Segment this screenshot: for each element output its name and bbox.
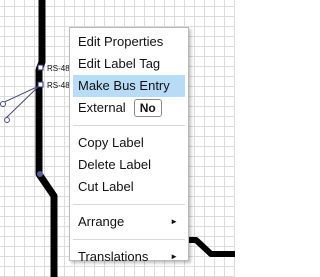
menu-separator <box>73 204 185 205</box>
bus-wire-bottom <box>182 237 235 257</box>
menu-item-external[interactable]: External No <box>73 97 185 119</box>
external-toggle[interactable]: No <box>133 98 162 117</box>
submenu-arrow-icon: ► <box>170 252 178 261</box>
menu-item-label: Make Bus Entry <box>78 78 170 93</box>
menu-item-make-bus-entry[interactable]: Make Bus Entry <box>73 75 185 97</box>
thin-wire <box>0 85 40 105</box>
net-label[interactable]: RS-48 <box>47 82 70 90</box>
context-menu: Edit Properties Edit Label Tag Make Bus … <box>69 27 189 264</box>
wire-endpoint <box>0 101 6 107</box>
menu-item-label: Arrange <box>78 214 125 229</box>
submenu-arrow-icon: ► <box>170 217 178 226</box>
bus-wire <box>35 0 58 277</box>
menu-separator <box>73 239 185 240</box>
menu-item-label: Edit Label Tag <box>78 56 161 71</box>
menu-item-edit-properties[interactable]: Edit Properties <box>73 31 185 53</box>
menu-separator <box>73 125 185 126</box>
bus-entry-handle <box>37 64 44 71</box>
menu-item-label: Copy Label <box>78 135 144 150</box>
menu-item-arrange[interactable]: Arrange ► <box>73 211 185 233</box>
menu-item-cut-label[interactable]: Cut Label <box>73 176 185 198</box>
menu-item-copy-label[interactable]: Copy Label <box>73 132 185 154</box>
menu-item-edit-label-tag[interactable]: Edit Label Tag <box>73 53 185 75</box>
menu-item-label: Edit Properties <box>78 34 164 49</box>
junction-dot <box>37 171 43 177</box>
net-label[interactable]: RS-48 <box>47 65 70 73</box>
menu-item-delete-label[interactable]: Delete Label <box>73 154 185 176</box>
menu-item-label: Translations <box>78 249 149 264</box>
menu-item-translations[interactable]: Translations ► <box>73 246 185 268</box>
thin-wire <box>5 85 40 119</box>
wire-endpoint <box>4 117 10 123</box>
menu-item-label: External <box>78 100 126 115</box>
menu-item-label: Delete Label <box>78 157 151 172</box>
menu-item-label: Cut Label <box>78 179 134 194</box>
bus-entry-handle <box>37 81 44 88</box>
